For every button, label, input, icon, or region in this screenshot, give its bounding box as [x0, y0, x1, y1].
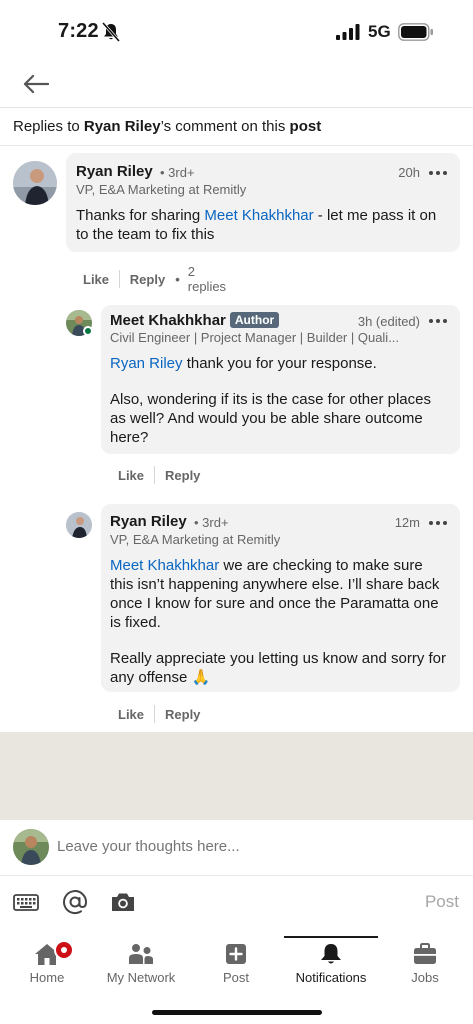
- home-indicator[interactable]: [152, 1010, 322, 1015]
- network-type: 5G: [368, 22, 391, 41]
- keyboard-icon[interactable]: [12, 890, 40, 914]
- compose-toolbar: Post: [0, 876, 473, 928]
- replies-commenter-name[interactable]: Ryan Riley: [84, 118, 161, 135]
- comment-actions: Like Reply • 2 replies: [83, 264, 226, 294]
- commenter-headline: Civil Engineer | Project Manager | Build…: [110, 330, 400, 345]
- camera-icon[interactable]: [109, 890, 137, 914]
- comment-text: Thanks for sharing Meet Khakhkhar - let …: [76, 206, 448, 244]
- avatar-photo-icon: [66, 512, 92, 538]
- commenter-name[interactable]: Ryan Riley: [76, 163, 153, 180]
- comment-text-paragraph-2: Also, wondering if its is the case for o…: [110, 391, 431, 446]
- nav-header: [0, 60, 473, 108]
- like-button[interactable]: Like: [118, 707, 144, 722]
- nav-label: Post: [222, 970, 249, 985]
- comment-text-rest: thank you for your response.: [182, 355, 377, 372]
- post-comment-button[interactable]: Post: [425, 892, 459, 912]
- notifications-icon: [321, 944, 341, 964]
- comment-actions: Like Reply: [118, 466, 200, 484]
- nav-home[interactable]: Home: [0, 928, 94, 988]
- like-button[interactable]: Like: [118, 468, 144, 483]
- mention-link[interactable]: Meet Khakhkhar: [204, 207, 313, 224]
- avatar-ryan-riley[interactable]: [66, 512, 92, 538]
- commenter-name[interactable]: Meet Khakhkhar Author: [110, 312, 280, 329]
- battery-icon: [398, 23, 433, 41]
- avatar-photo-icon: [13, 161, 57, 205]
- silent-bell-icon: [102, 22, 120, 42]
- content-end-spacer: [0, 732, 473, 820]
- like-button[interactable]: Like: [83, 272, 109, 287]
- divider: [154, 705, 156, 723]
- commenter-headline: VP, E&A Marketing at Remitly: [76, 182, 247, 197]
- nav-notifications[interactable]: Notifications: [284, 928, 378, 988]
- reply-button[interactable]: Reply: [130, 272, 165, 287]
- commenter-headline: VP, E&A Marketing at Remitly: [110, 532, 281, 547]
- comment-actions: Like Reply: [118, 705, 200, 723]
- separator-dot: •: [175, 271, 180, 287]
- compose-bar: [0, 820, 473, 876]
- divider: [154, 466, 156, 484]
- mention-link[interactable]: Meet Khakhkhar: [110, 557, 219, 574]
- status-bar: 7:22 5G: [0, 0, 473, 60]
- comment-text-paragraph-2: Really appreciate you letting us know an…: [110, 650, 447, 686]
- back-button[interactable]: [20, 68, 52, 100]
- more-options-icon[interactable]: [429, 318, 447, 324]
- replies-post-link[interactable]: post: [290, 118, 322, 135]
- nav-label: Notifications: [295, 970, 367, 985]
- notification-badge: [54, 940, 74, 960]
- replies-count[interactable]: 2 replies: [188, 264, 227, 294]
- reply-button[interactable]: Reply: [165, 707, 200, 722]
- comment-time: 3h (edited): [357, 314, 420, 329]
- replies-header: Replies to Ryan Riley’s comment on this …: [0, 108, 473, 146]
- nav-my-network[interactable]: My Network: [94, 928, 188, 988]
- signal-icon: [336, 24, 360, 40]
- comment-input[interactable]: [57, 838, 437, 855]
- connection-degree: • 3rd+: [160, 165, 195, 180]
- replies-prefix: Replies to: [13, 118, 84, 135]
- divider: [119, 270, 120, 288]
- comment-time: 20h: [398, 165, 420, 180]
- replies-middle: ’s comment on this: [160, 118, 290, 135]
- nav-jobs[interactable]: Jobs: [378, 928, 472, 988]
- comment-text: Meet Khakhkhar we are checking to make s…: [110, 556, 440, 632]
- mention-link[interactable]: Ryan Riley: [110, 355, 183, 372]
- author-badge: Author: [229, 312, 280, 328]
- avatar-photo-icon: [13, 829, 49, 865]
- nav-label: My Network: [106, 970, 176, 985]
- comment-text: Ryan Riley thank you for your response.: [110, 354, 450, 373]
- nav-post[interactable]: Post: [189, 928, 283, 988]
- mention-icon[interactable]: [61, 890, 89, 915]
- commenter-name-text: Meet Khakhkhar: [110, 312, 226, 329]
- bottom-navigation: Home My Network Post Notifications Jobs: [0, 928, 473, 1024]
- jobs-icon: [414, 943, 436, 964]
- my-avatar: [13, 829, 49, 865]
- back-arrow-icon: [23, 74, 49, 94]
- more-options-icon[interactable]: [429, 520, 447, 526]
- post-icon: [226, 944, 246, 964]
- my-network-icon: [129, 944, 153, 964]
- avatar-ryan-riley[interactable]: [13, 161, 57, 205]
- nav-label: Jobs: [411, 970, 439, 985]
- comment-time: 12m: [394, 515, 420, 530]
- comment-text-prefix: Thanks for sharing: [76, 207, 205, 224]
- nav-label: Home: [29, 970, 65, 985]
- commenter-name[interactable]: Ryan Riley: [110, 513, 187, 530]
- status-time: 7:22: [58, 20, 99, 42]
- online-status-icon: [83, 326, 93, 336]
- more-options-icon[interactable]: [429, 170, 447, 176]
- connection-degree: • 3rd+: [194, 515, 229, 530]
- reply-button[interactable]: Reply: [165, 468, 200, 483]
